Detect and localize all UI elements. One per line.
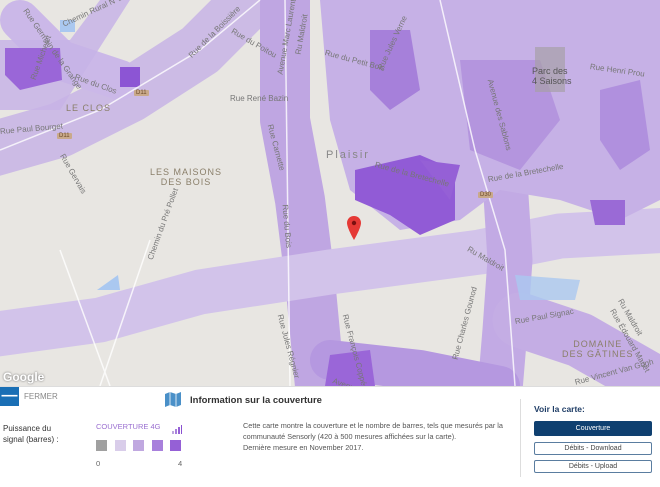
download-speed-button[interactable]: Débits - Download	[534, 442, 652, 455]
view-map-title: Voir la carte:	[534, 404, 585, 414]
divider	[520, 399, 521, 477]
description-line: communauté Sensorly (420 à 500 mesures a…	[243, 432, 457, 441]
coverage-4g-label: COUVERTURE 4G	[96, 422, 161, 431]
place-label: Plaisir	[326, 149, 370, 161]
map-icon	[165, 392, 181, 412]
google-logo: Google	[3, 370, 45, 384]
legend-swatch-3	[152, 440, 163, 451]
legend-swatch-2	[133, 440, 144, 451]
coverage-button[interactable]: Couverture	[534, 421, 652, 436]
legend-title: Puissance du signal (barres) :	[3, 424, 59, 444]
street-label: Rue René Bazin	[230, 94, 289, 103]
signal-bars-icon	[172, 421, 182, 439]
description-line: Cette carte montre la couverture et le n…	[243, 421, 503, 430]
scale-max: 4	[178, 459, 183, 468]
road-shield: D30	[478, 192, 494, 198]
description-line: Dernière mesure en November 2017.	[243, 443, 364, 452]
place-label: LE CLOS	[66, 103, 112, 113]
info-title: Information sur la couverture	[190, 395, 322, 406]
description: Cette carte montre la couverture et le n…	[243, 420, 523, 453]
scale-min: 0	[96, 459, 101, 468]
place-label: LES MAISONS DES BOIS	[150, 167, 223, 187]
upload-speed-button[interactable]: Débits - Upload	[534, 460, 652, 473]
legend-swatch-1	[115, 440, 126, 451]
road-shield: D11	[57, 133, 72, 139]
place-label: DOMAINE DES GÂTINES	[562, 339, 634, 359]
legend-swatch-0	[96, 440, 107, 451]
info-panel: — FERMER Puissance du signal (barres) : …	[0, 386, 660, 487]
legend-swatch-4	[170, 440, 181, 451]
close-label[interactable]: FERMER	[24, 392, 58, 401]
road-shield: D11	[134, 90, 149, 96]
place-label: Parc des 4 Saisons	[532, 66, 572, 86]
coverage-map[interactable]: Chemin Rural N°13 Rue Germain de la Gran…	[0, 0, 660, 386]
close-panel-button[interactable]: —	[0, 387, 19, 406]
